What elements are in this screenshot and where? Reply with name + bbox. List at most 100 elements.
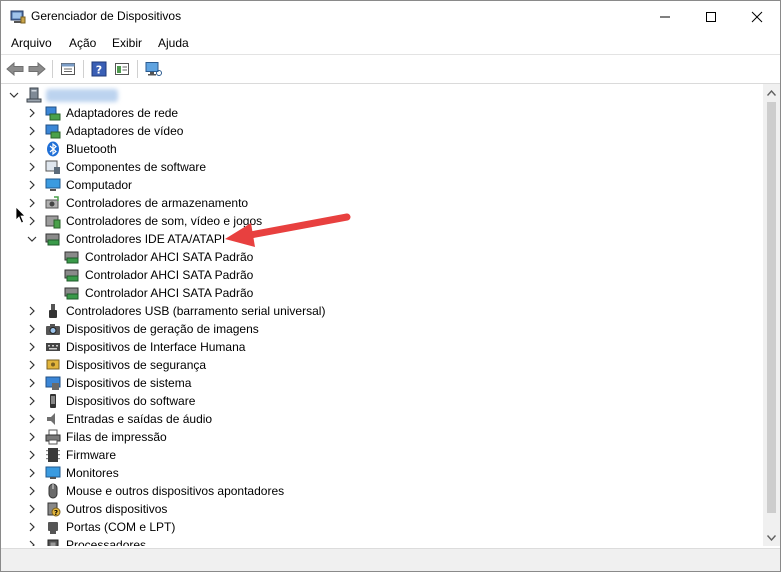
back-button[interactable] bbox=[5, 59, 25, 79]
help-button[interactable]: ? bbox=[89, 59, 109, 79]
title-bar[interactable]: Gerenciador de Dispositivos bbox=[1, 1, 780, 32]
tree-category-label: Dispositivos de segurança bbox=[66, 358, 207, 372]
chevron-right-icon[interactable] bbox=[26, 377, 38, 389]
tree-category-system-device[interactable]: Dispositivos de sistema bbox=[1, 374, 763, 392]
tree-category-printer[interactable]: Filas de impressão bbox=[1, 428, 763, 446]
other-device-icon: ? bbox=[47, 502, 61, 517]
tree-category-label: Adaptadores de rede bbox=[66, 106, 179, 120]
chevron-right-icon[interactable] bbox=[26, 197, 38, 209]
chevron-down-icon[interactable] bbox=[26, 233, 38, 245]
chevron-right-icon[interactable] bbox=[26, 539, 38, 546]
window-title: Gerenciador de Dispositivos bbox=[31, 9, 182, 23]
chevron-down-icon[interactable] bbox=[8, 89, 20, 101]
computer-root-icon bbox=[26, 87, 42, 103]
chevron-right-icon[interactable] bbox=[26, 503, 38, 515]
tree-category-display-adapter[interactable]: Adaptadores de vídeo bbox=[1, 122, 763, 140]
tree-category-firmware[interactable]: Firmware bbox=[1, 446, 763, 464]
annotation-arrow-icon bbox=[225, 213, 351, 247]
tree-category-processor[interactable]: Processadores bbox=[1, 536, 763, 546]
computer-name-redacted bbox=[46, 89, 118, 102]
processor-icon bbox=[47, 539, 59, 546]
tree-category-bluetooth[interactable]: Bluetooth bbox=[1, 140, 763, 158]
tree-device-row[interactable]: Controlador AHCI SATA Padrão bbox=[1, 284, 763, 302]
chevron-right-icon[interactable] bbox=[26, 359, 38, 371]
tree-category-network-adapter[interactable]: Adaptadores de rede bbox=[1, 104, 763, 122]
chevron-right-icon[interactable] bbox=[26, 431, 38, 443]
tree-category-label: Controladores IDE ATA/ATAPI bbox=[66, 232, 226, 246]
tree-category-computer[interactable]: Computador bbox=[1, 176, 763, 194]
close-icon bbox=[751, 11, 763, 22]
chevron-right-icon[interactable] bbox=[26, 305, 38, 317]
tree-category-usb[interactable]: Controladores USB (barramento serial uni… bbox=[1, 302, 763, 320]
tree-category-hid[interactable]: Dispositivos de Interface Humana bbox=[1, 338, 763, 356]
device-tree[interactable]: Adaptadores de rede Adaptadores de vídeo B… bbox=[1, 84, 763, 546]
tree-category-audio-io[interactable]: Entradas e saídas de áudio bbox=[1, 410, 763, 428]
chevron-right-icon[interactable] bbox=[26, 107, 38, 119]
back-arrow-icon bbox=[6, 62, 24, 76]
tree-category-ide-controller[interactable]: Controladores IDE ATA/ATAPI bbox=[1, 230, 763, 248]
tree-device-row[interactable]: Controlador AHCI SATA Padrão bbox=[1, 248, 763, 266]
software-component-icon bbox=[45, 160, 60, 174]
chevron-down-icon bbox=[767, 534, 776, 541]
menu-ajuda[interactable]: Ajuda bbox=[158, 36, 189, 50]
vertical-scrollbar[interactable] bbox=[763, 84, 780, 546]
chevron-right-icon[interactable] bbox=[26, 341, 38, 353]
maximize-button[interactable] bbox=[688, 1, 734, 32]
tree-category-label: Firmware bbox=[66, 448, 116, 462]
chevron-right-icon[interactable] bbox=[26, 449, 38, 461]
tree-category-software-component[interactable]: Componentes de software bbox=[1, 158, 763, 176]
tree-device-row[interactable]: Controlador AHCI SATA Padrão bbox=[1, 266, 763, 284]
tree-category-port[interactable]: Portas (COM e LPT) bbox=[1, 518, 763, 536]
chevron-right-icon[interactable] bbox=[26, 215, 38, 227]
chevron-right-icon[interactable] bbox=[26, 467, 38, 479]
port-icon bbox=[48, 522, 58, 534]
chevron-right-icon[interactable] bbox=[26, 125, 38, 137]
minimize-button[interactable] bbox=[642, 1, 688, 32]
chevron-right-icon[interactable] bbox=[26, 179, 38, 191]
tree-category-mouse[interactable]: Mouse e outros dispositivos apontadores bbox=[1, 482, 763, 500]
menu-exibir[interactable]: Exibir bbox=[112, 36, 142, 50]
tree-category-camera[interactable]: Dispositivos de geração de imagens bbox=[1, 320, 763, 338]
tree-device-label: Controlador AHCI SATA Padrão bbox=[85, 250, 254, 264]
status-cell bbox=[1, 551, 301, 569]
security-device-icon bbox=[46, 359, 60, 370]
tree-category-label: Outros dispositivos bbox=[66, 502, 168, 516]
device-manager-window: Gerenciador de Dispositivos Arquivo Ação… bbox=[0, 0, 781, 572]
toolbar-separator bbox=[52, 60, 53, 78]
chevron-right-icon[interactable] bbox=[26, 485, 38, 497]
scroll-up-button[interactable] bbox=[763, 84, 780, 101]
tree-category-monitor[interactable]: Monitores bbox=[1, 464, 763, 482]
tree-category-sound[interactable]: Controladores de som, vídeo e jogos bbox=[1, 212, 763, 230]
chevron-up-icon bbox=[767, 89, 776, 96]
chevron-right-icon[interactable] bbox=[26, 143, 38, 155]
storage-controller-icon bbox=[45, 196, 59, 209]
tree-category-security-device[interactable]: Dispositivos de segurança bbox=[1, 356, 763, 374]
tree-category-other-device[interactable]: ? Outros dispositivos bbox=[1, 500, 763, 518]
close-button[interactable] bbox=[734, 1, 780, 32]
forward-button[interactable] bbox=[27, 59, 47, 79]
tree-category-label: Controladores USB (barramento serial uni… bbox=[66, 304, 326, 318]
tree-category-label: Dispositivos de sistema bbox=[66, 376, 192, 390]
chevron-right-icon[interactable] bbox=[26, 323, 38, 335]
hid-icon bbox=[46, 343, 60, 351]
scrollbar-thumb[interactable] bbox=[767, 102, 776, 513]
tree-category-label: Componentes de software bbox=[66, 160, 207, 174]
scroll-down-button[interactable] bbox=[763, 529, 780, 546]
menu-acao[interactable]: Ação bbox=[69, 36, 96, 50]
chevron-right-icon[interactable] bbox=[26, 521, 38, 533]
sound-icon bbox=[45, 215, 61, 229]
chevron-right-icon[interactable] bbox=[26, 413, 38, 425]
status-bar bbox=[1, 548, 780, 571]
view-button[interactable] bbox=[112, 59, 132, 79]
tree-category-label: Computador bbox=[66, 178, 133, 192]
properties-button[interactable] bbox=[58, 59, 78, 79]
tree-category-software-device[interactable]: Dispositivos do software bbox=[1, 392, 763, 410]
chevron-right-icon[interactable] bbox=[26, 395, 38, 407]
view-icon bbox=[115, 63, 129, 75]
chevron-right-icon[interactable] bbox=[26, 161, 38, 173]
tree-category-label: Mouse e outros dispositivos apontadores bbox=[66, 484, 285, 498]
scan-hardware-button[interactable] bbox=[143, 59, 163, 79]
tree-root-row[interactable] bbox=[1, 86, 763, 104]
menu-arquivo[interactable]: Arquivo bbox=[11, 36, 52, 50]
tree-category-storage-controller[interactable]: Controladores de armazenamento bbox=[1, 194, 763, 212]
